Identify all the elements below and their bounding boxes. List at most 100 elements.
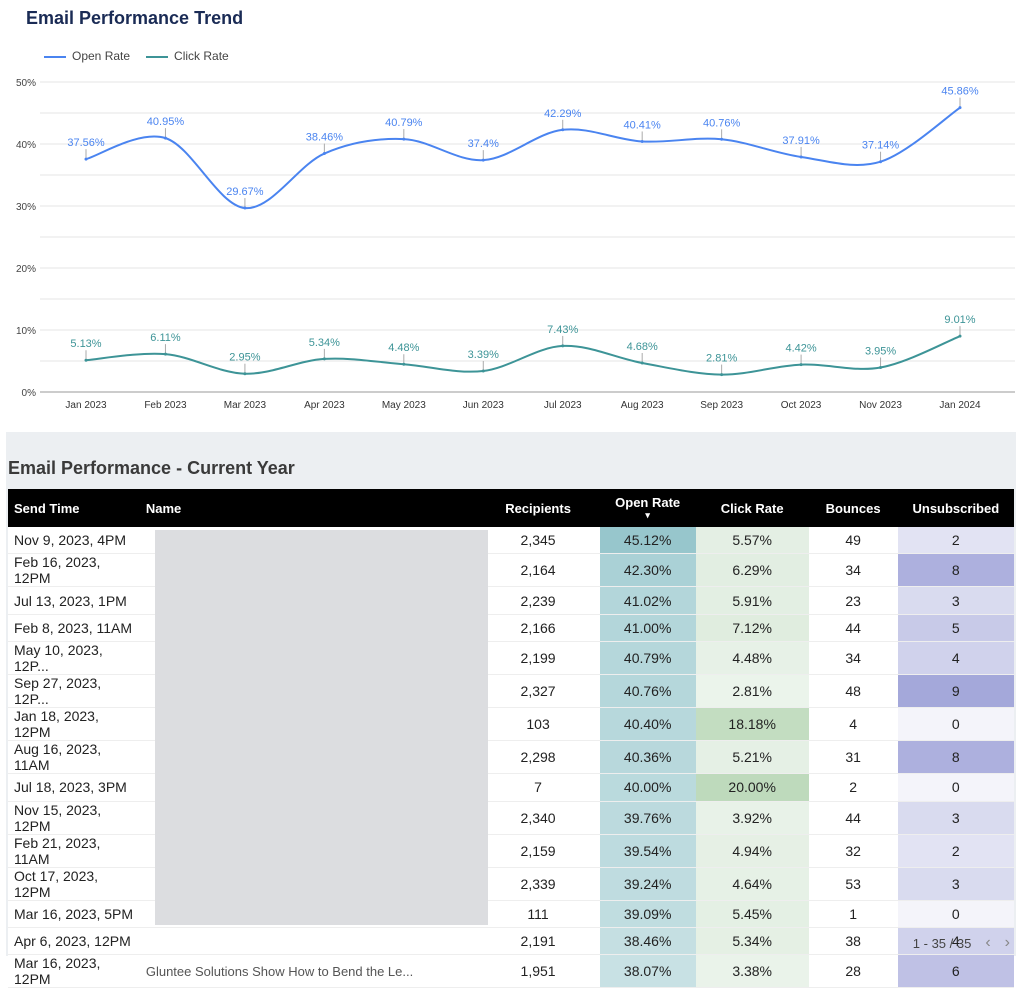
cell-bounces: 1 bbox=[808, 900, 898, 928]
cell-click-rate: 3.38% bbox=[695, 954, 809, 988]
data-point[interactable] bbox=[720, 373, 724, 377]
legend-click-rate[interactable]: Click Rate bbox=[146, 49, 229, 63]
series-line-0 bbox=[85, 106, 961, 210]
cell-bounces: 4 bbox=[808, 707, 898, 742]
data-point[interactable] bbox=[879, 366, 883, 370]
data-label: 40.41% bbox=[624, 119, 662, 131]
prev-page-icon[interactable]: ‹ bbox=[985, 934, 990, 952]
data-point[interactable] bbox=[799, 155, 803, 159]
data-label: 2.95% bbox=[229, 352, 260, 364]
cell-unsubscribed: 3 bbox=[897, 867, 1014, 901]
column-header[interactable]: Send Time bbox=[8, 489, 140, 527]
data-label: 2.81% bbox=[706, 353, 737, 365]
x-tick-label: Apr 2023 bbox=[304, 400, 345, 411]
data-label: 37.56% bbox=[67, 137, 105, 149]
cell-click-rate: 20.00% bbox=[695, 773, 809, 802]
cell-unsubscribed: 4 bbox=[897, 641, 1014, 676]
cell-click-rate: 2.81% bbox=[695, 674, 809, 709]
data-label: 38.46% bbox=[306, 132, 344, 144]
data-point[interactable] bbox=[243, 372, 247, 376]
sort-desc-icon[interactable]: ▾ bbox=[606, 510, 690, 521]
column-header-label: Open Rate bbox=[615, 495, 681, 510]
cell-recipients: 2,239 bbox=[476, 586, 600, 615]
cell-send-time: Feb 8, 2023, 11AM bbox=[8, 614, 140, 643]
cell-bounces: 34 bbox=[808, 553, 898, 588]
data-point[interactable] bbox=[243, 206, 247, 210]
y-tick-label: 20% bbox=[16, 264, 36, 275]
cell-send-time: Apr 6, 2023, 12PM bbox=[8, 927, 140, 956]
data-point[interactable] bbox=[481, 369, 485, 373]
cell-open-rate: 41.00% bbox=[599, 614, 696, 643]
cell-send-time: Aug 16, 2023, 11AM bbox=[8, 740, 140, 775]
cell-click-rate: 5.45% bbox=[695, 900, 809, 928]
data-point[interactable] bbox=[163, 136, 167, 140]
x-tick-label: May 2023 bbox=[382, 400, 426, 411]
cell-unsubscribed: 6 bbox=[897, 954, 1014, 988]
data-point[interactable] bbox=[958, 106, 962, 110]
cell-recipients: 2,164 bbox=[476, 553, 600, 588]
cell-bounces: 53 bbox=[808, 867, 898, 901]
column-header[interactable]: Open Rate ▾ bbox=[599, 489, 696, 527]
data-point[interactable] bbox=[322, 152, 326, 156]
chart-legend: Open Rate Click Rate bbox=[44, 49, 229, 63]
cell-click-rate: 5.91% bbox=[695, 586, 809, 615]
column-header-label: Bounces bbox=[825, 500, 881, 516]
data-point[interactable] bbox=[958, 334, 962, 338]
cell-send-time: Jul 13, 2023, 1PM bbox=[8, 586, 140, 615]
column-header[interactable]: Click Rate bbox=[695, 489, 809, 527]
legend-label: Click Rate bbox=[174, 49, 229, 63]
cell-bounces: 2 bbox=[808, 773, 898, 802]
data-point[interactable] bbox=[640, 139, 644, 143]
data-point[interactable] bbox=[322, 357, 326, 361]
cell-bounces: 48 bbox=[808, 674, 898, 709]
data-point[interactable] bbox=[163, 352, 167, 356]
table-row[interactable]: Mar 16, 2023, 12PM Gluntee Solutions Show… bbox=[8, 954, 1014, 988]
data-point[interactable] bbox=[561, 344, 565, 348]
data-point[interactable] bbox=[561, 128, 565, 132]
data-label: 7.43% bbox=[547, 324, 578, 336]
cell-bounces: 34 bbox=[808, 641, 898, 676]
table-row[interactable]: Apr 6, 2023, 12PM 2,191 38.46% 5.34% 38 4 bbox=[8, 927, 1014, 956]
cell-recipients: 1,951 bbox=[476, 954, 600, 988]
x-tick-label: Feb 2023 bbox=[144, 400, 187, 411]
cell-unsubscribed: 9 bbox=[897, 674, 1014, 709]
cell-send-time: Oct 17, 2023, 12PM bbox=[8, 867, 140, 901]
cell-recipients: 2,298 bbox=[476, 740, 600, 775]
cell-recipients: 2,345 bbox=[476, 527, 600, 555]
column-header[interactable]: Unsubscribed bbox=[897, 489, 1014, 527]
cell-click-rate: 4.64% bbox=[695, 867, 809, 901]
cell-open-rate: 45.12% bbox=[599, 527, 696, 555]
cell-unsubscribed: 0 bbox=[897, 707, 1014, 742]
cell-open-rate: 40.76% bbox=[599, 674, 696, 709]
column-header[interactable]: Recipients bbox=[476, 489, 600, 527]
data-label: 6.11% bbox=[150, 332, 181, 344]
y-tick-label: 10% bbox=[16, 326, 36, 337]
data-point[interactable] bbox=[402, 137, 406, 141]
data-point[interactable] bbox=[84, 358, 88, 362]
cell-send-time: Jul 18, 2023, 3PM bbox=[8, 773, 140, 802]
cell-bounces: 49 bbox=[808, 527, 898, 555]
data-point[interactable] bbox=[720, 137, 724, 141]
data-point[interactable] bbox=[640, 361, 644, 365]
cell-recipients: 2,327 bbox=[476, 674, 600, 709]
cell-send-time: Feb 16, 2023, 12PM bbox=[8, 553, 140, 588]
data-point[interactable] bbox=[879, 160, 883, 164]
data-label: 29.67% bbox=[226, 186, 264, 198]
data-point[interactable] bbox=[84, 157, 88, 161]
cell-open-rate: 40.79% bbox=[599, 641, 696, 676]
cell-unsubscribed: 2 bbox=[897, 527, 1014, 555]
pagination-label: 1 - 35 / 35 bbox=[912, 935, 972, 951]
column-header[interactable]: Bounces bbox=[808, 489, 898, 527]
cell-open-rate: 40.00% bbox=[599, 773, 696, 802]
cell-bounces: 38 bbox=[808, 927, 898, 956]
next-page-icon[interactable]: › bbox=[1005, 934, 1010, 952]
cell-open-rate: 39.24% bbox=[599, 867, 696, 901]
data-point[interactable] bbox=[402, 362, 406, 366]
cell-click-rate: 4.94% bbox=[695, 834, 809, 868]
column-header[interactable]: Name bbox=[139, 489, 477, 527]
cell-recipients: 7 bbox=[476, 773, 600, 802]
data-point[interactable] bbox=[481, 158, 485, 162]
cell-recipients: 2,340 bbox=[476, 801, 600, 835]
data-point[interactable] bbox=[799, 363, 803, 367]
legend-open-rate[interactable]: Open Rate bbox=[44, 49, 130, 63]
